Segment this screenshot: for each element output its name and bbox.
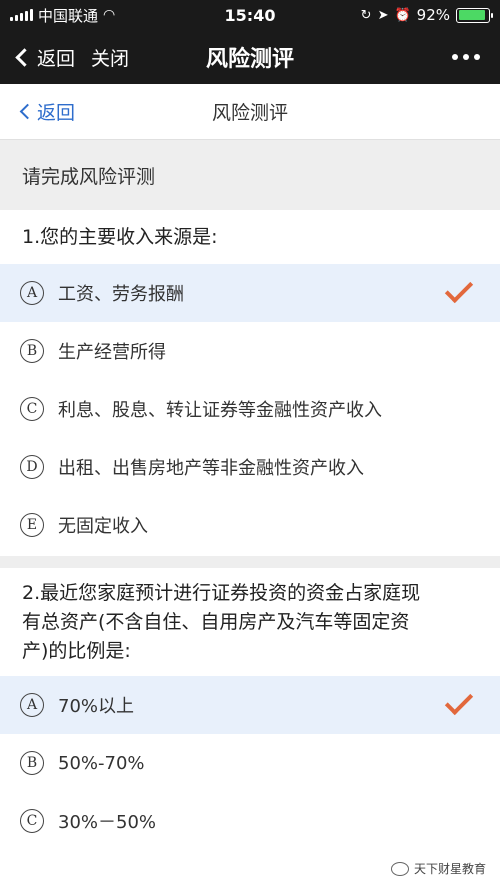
nav-back-label: 返回 [37,47,76,70]
option-text: 出租、出售房地产等非金融性资产收入 [58,458,364,479]
status-time: 15:40 [224,5,276,25]
more-button[interactable] [328,54,488,60]
question-2-line: 有总资产(不含自住、自用房产及汽车等固定资 [22,610,410,633]
q1-option-a[interactable]: A 工资、劳务报酬 [0,264,500,322]
battery-icon [456,7,493,23]
watermark-text: 天下财星教育 [413,862,486,876]
q2-option-c[interactable]: C 30%－50% [0,792,500,850]
question-1: 1.您的主要收入来源是: [0,210,500,264]
status-bar: 中国联通 ◠ 15:40 ↻ ➤ ⏰ 92% [0,0,500,30]
option-text: 30%－50% [58,812,157,833]
page-back-button[interactable]: 返回 [18,98,75,125]
alarm-icon: ⏰ [394,7,411,23]
location-icon: ➤ [377,7,389,23]
q1-option-d[interactable]: D 出租、出售房地产等非金融性资产收入 [0,438,500,496]
q1-option-c[interactable]: C 利息、股息、转让证券等金融性资产收入 [0,380,500,438]
nav-title: 风险测评 [205,47,294,72]
option-text: 工资、劳务报酬 [58,284,184,305]
q2-option-a[interactable]: A 70%以上 [0,676,500,734]
option-text: 70%以上 [58,696,135,717]
option-letter: C [20,809,44,833]
question-2-line: 2.最近您家庭预计进行证券投资的资金占家庭现 [22,581,421,604]
wifi-icon: ◠ [103,7,116,23]
more-dot-icon [452,54,458,60]
option-text: 生产经营所得 [58,342,166,363]
signal-icon [10,9,33,21]
wechat-icon [390,861,409,876]
option-letter: C [20,397,44,421]
option-text: 利息、股息、转让证券等金融性资产收入 [58,400,382,421]
nav-back-button[interactable]: 返回 [12,44,75,71]
option-letter: B [20,339,44,363]
page-back-label: 返回 [37,102,76,124]
question-2: 2.最近您家庭预计进行证券投资的资金占家庭现 有总资产(不含自住、自用房产及汽车… [0,568,500,676]
option-letter: A [20,693,44,717]
question-2-line: 产)的比例是: [22,639,131,662]
option-letter: D [20,455,44,479]
chevron-left-icon [15,47,34,67]
orientation-lock-icon: ↻ [360,7,372,23]
option-text: 无固定收入 [58,516,148,537]
q2-option-b[interactable]: B 50%-70% [0,734,500,792]
more-dot-icon [463,54,469,60]
battery-percent: 92% [416,6,450,24]
option-letter: B [20,751,44,775]
watermark: 天下财星教育 [386,858,490,879]
more-dot-icon [474,54,480,60]
option-letter: A [20,281,44,305]
option-text: 50%-70% [58,752,145,774]
section-divider [0,556,500,568]
page-header: 返回 风险测评 [0,84,500,140]
carrier-label: 中国联通 [38,6,99,25]
nav-close-button[interactable]: 关闭 [91,44,129,71]
q1-option-b[interactable]: B 生产经营所得 [0,322,500,380]
q1-option-e[interactable]: E 无固定收入 [0,496,500,554]
chevron-left-icon [19,103,36,120]
nav-bar: 返回 关闭 风险测评 [0,30,500,84]
question-1-text: 1.您的主要收入来源是: [22,225,218,248]
option-letter: E [20,513,44,537]
section-banner: 请完成风险评测 [0,140,500,210]
